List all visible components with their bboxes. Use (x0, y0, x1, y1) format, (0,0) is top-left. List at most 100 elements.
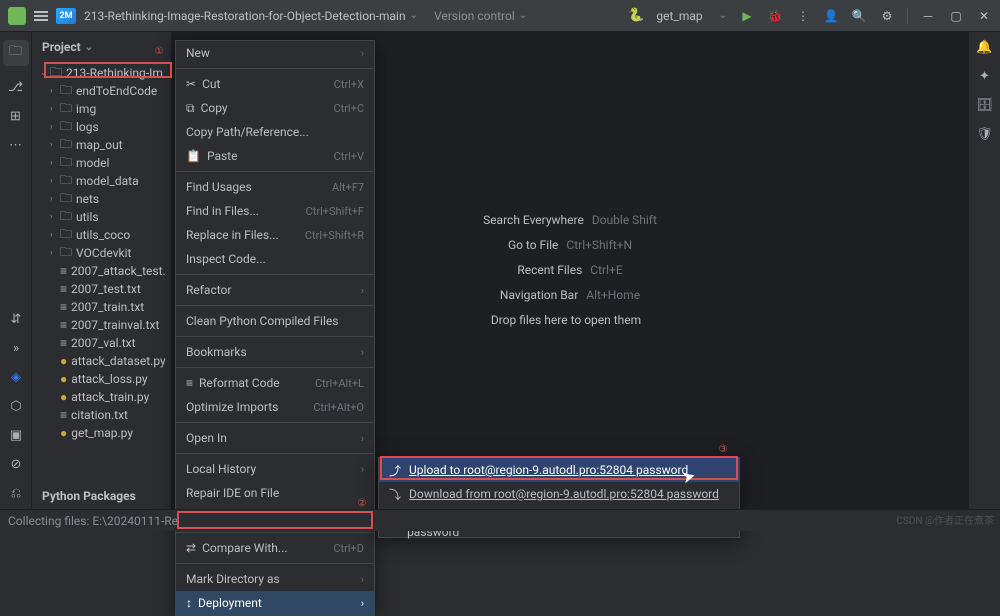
expand-icon[interactable]: › (50, 230, 60, 240)
tree-item[interactable]: ●attack_loss.py (32, 370, 171, 388)
tree-item[interactable]: ›🗀model_data (32, 172, 171, 190)
expand-icon[interactable]: › (50, 140, 60, 150)
shortcut: Ctrl+X (334, 78, 364, 91)
ctx-repair[interactable]: Repair IDE on File (176, 481, 374, 505)
ctx-deployment[interactable]: ↕Deployment› (176, 591, 374, 615)
tree-item[interactable]: ●attack_train.py (32, 388, 171, 406)
problems-icon[interactable]: ⊘ (11, 457, 22, 472)
project-tool-icon[interactable]: 🗀 (3, 40, 29, 66)
more-tool-icon[interactable]: ⋯ (9, 138, 22, 153)
more-icon[interactable]: ⋮ (795, 8, 811, 24)
project-crumb[interactable]: 213-Rethinking-Image-Restoration-for-Obj… (84, 9, 418, 23)
tree-item[interactable]: ›🗀endToEndCode (32, 82, 171, 100)
expand-icon[interactable]: › (50, 248, 60, 258)
minimize-icon[interactable]: ─ (920, 8, 936, 24)
tree-item[interactable]: ≡2007_val.txt (32, 334, 171, 352)
ctx-cut[interactable]: ✂CutCtrl+X (176, 72, 374, 96)
tree-item-label: logs (76, 120, 99, 134)
tree-item[interactable]: ●get_map.py (32, 424, 171, 442)
ctx-clean[interactable]: Clean Python Compiled Files (176, 309, 374, 333)
hint-recent: Recent FilesCtrl+E (517, 263, 622, 278)
ctx-mark[interactable]: Mark Directory as› (176, 567, 374, 591)
ctx-optimize[interactable]: Optimize ImportsCtrl+Alt+O (176, 395, 374, 419)
tree-item[interactable]: ›🗀utils_coco (32, 226, 171, 244)
tree-item-label: map_out (76, 138, 123, 152)
ctx-history[interactable]: Local History› (176, 457, 374, 481)
vcs-icon[interactable]: ⎌ (11, 486, 21, 501)
ctx-new[interactable]: New› (176, 41, 374, 65)
expand-icon[interactable]: › (50, 176, 60, 186)
ctx-copy[interactable]: ⧉CopyCtrl+C (176, 96, 374, 120)
close-icon[interactable]: ✕ (976, 8, 992, 24)
ctx-label: Clean Python Compiled Files (186, 314, 338, 328)
ctx-reformat[interactable]: ≡Reformat CodeCtrl+Alt+L (176, 371, 374, 395)
separator (176, 274, 374, 275)
run-config-name[interactable]: get_map (656, 9, 702, 23)
database-icon[interactable]: 🗄 (976, 98, 993, 113)
tree-item[interactable]: ≡2007_test.txt (32, 280, 171, 298)
ctx-find-usages[interactable]: Find UsagesAlt+F7 (176, 175, 374, 199)
tree-item[interactable]: ›🗀VOCdevkit (32, 244, 171, 262)
shortcut: Ctrl+Shift+F (306, 205, 364, 218)
tree-item[interactable]: ›🗀model (32, 154, 171, 172)
commit-tool-icon[interactable]: ⎇ (8, 80, 23, 95)
maximize-icon[interactable]: ▢ (948, 8, 964, 24)
shortcut: Ctrl+Shift+R (305, 229, 364, 242)
submenu-arrow-icon: › (361, 284, 364, 297)
expand-icon[interactable]: › (50, 122, 60, 132)
tree-item[interactable]: ≡2007_train.txt (32, 298, 171, 316)
search-icon[interactable]: 🔍 (851, 8, 867, 24)
ctx-refactor[interactable]: Refactor› (176, 278, 374, 302)
python-file-icon: ● (60, 354, 67, 368)
git-icon[interactable]: ⇵ (11, 312, 22, 327)
tree-item[interactable]: ›🗀logs (32, 118, 171, 136)
ctx-open-in[interactable]: Open In› (176, 426, 374, 450)
ctx-copy-path[interactable]: Copy Path/Reference... (176, 120, 374, 144)
ctx-label: Repair IDE on File (186, 486, 279, 500)
tree-item[interactable]: ›🗀map_out (32, 136, 171, 154)
tree-root[interactable]: ⌄🗀213-Rethinking-Im (32, 64, 171, 82)
services-icon[interactable]: ⬡ (10, 399, 21, 414)
tree-item[interactable]: ›🗀img (32, 100, 171, 118)
run-icon[interactable]: ▶ (739, 8, 755, 24)
expand-icon[interactable]: ⌄ (40, 68, 50, 78)
ctx-replace-in-files[interactable]: Replace in Files...Ctrl+Shift+R (176, 223, 374, 247)
ai-icon[interactable]: ✦ (979, 69, 990, 84)
shield-icon[interactable]: 🛡 (976, 127, 993, 142)
expand-icon[interactable]: › (50, 194, 60, 204)
ctx-bookmarks[interactable]: Bookmarks› (176, 340, 374, 364)
expand-icon[interactable]: › (50, 104, 60, 114)
tree-item[interactable]: ›🗀utils (32, 208, 171, 226)
tree-item[interactable]: ●attack_dataset.py (32, 352, 171, 370)
tree-item-label: 2007_trainval.txt (71, 318, 159, 332)
ctx-inspect[interactable]: Inspect Code... (176, 247, 374, 271)
hamburger-icon[interactable] (34, 11, 48, 21)
terminal-icon[interactable]: ▣ (10, 428, 22, 443)
python-console-icon[interactable]: » (13, 341, 19, 356)
tree-item[interactable]: ≡citation.txt (32, 406, 171, 424)
tree-item-label: 2007_attack_test. (71, 264, 166, 278)
gear-icon[interactable]: ⚙ (879, 8, 895, 24)
tree-item[interactable]: ≡2007_trainval.txt (32, 316, 171, 334)
expand-icon[interactable]: › (50, 158, 60, 168)
project-name-label: 213-Rethinking-Image-Restoration-for-Obj… (84, 9, 406, 23)
expand-icon[interactable]: › (50, 212, 60, 222)
python-packages-bar[interactable]: Python Packages (32, 485, 146, 509)
annotation-badge-1: ① (150, 42, 168, 60)
debug-icon[interactable]: 🐞 (767, 8, 783, 24)
packages-icon[interactable]: ◈ (11, 370, 21, 385)
expand-icon[interactable]: › (50, 86, 60, 96)
ctx-find-in-files[interactable]: Find in Files...Ctrl+Shift+F (176, 199, 374, 223)
tree-item[interactable]: ›🗀nets (32, 190, 171, 208)
user-icon[interactable]: 👤 (823, 8, 839, 24)
ctx-paste[interactable]: 📋PasteCtrl+V (176, 144, 374, 168)
vcs-crumb[interactable]: Version control⌄ (434, 9, 527, 23)
vcs-label: Version control (434, 9, 515, 23)
hint-label: Drop files here to open them (491, 313, 641, 327)
structure-tool-icon[interactable]: ⊞ (10, 109, 21, 124)
ctx-compare[interactable]: ⇄Compare With...Ctrl+D (176, 536, 374, 560)
notifications-icon[interactable]: 🔔 (976, 40, 992, 55)
tree-item-label: nets (76, 192, 99, 206)
submenu-arrow-icon: › (361, 463, 364, 476)
tree-item[interactable]: ≡2007_attack_test. (32, 262, 171, 280)
